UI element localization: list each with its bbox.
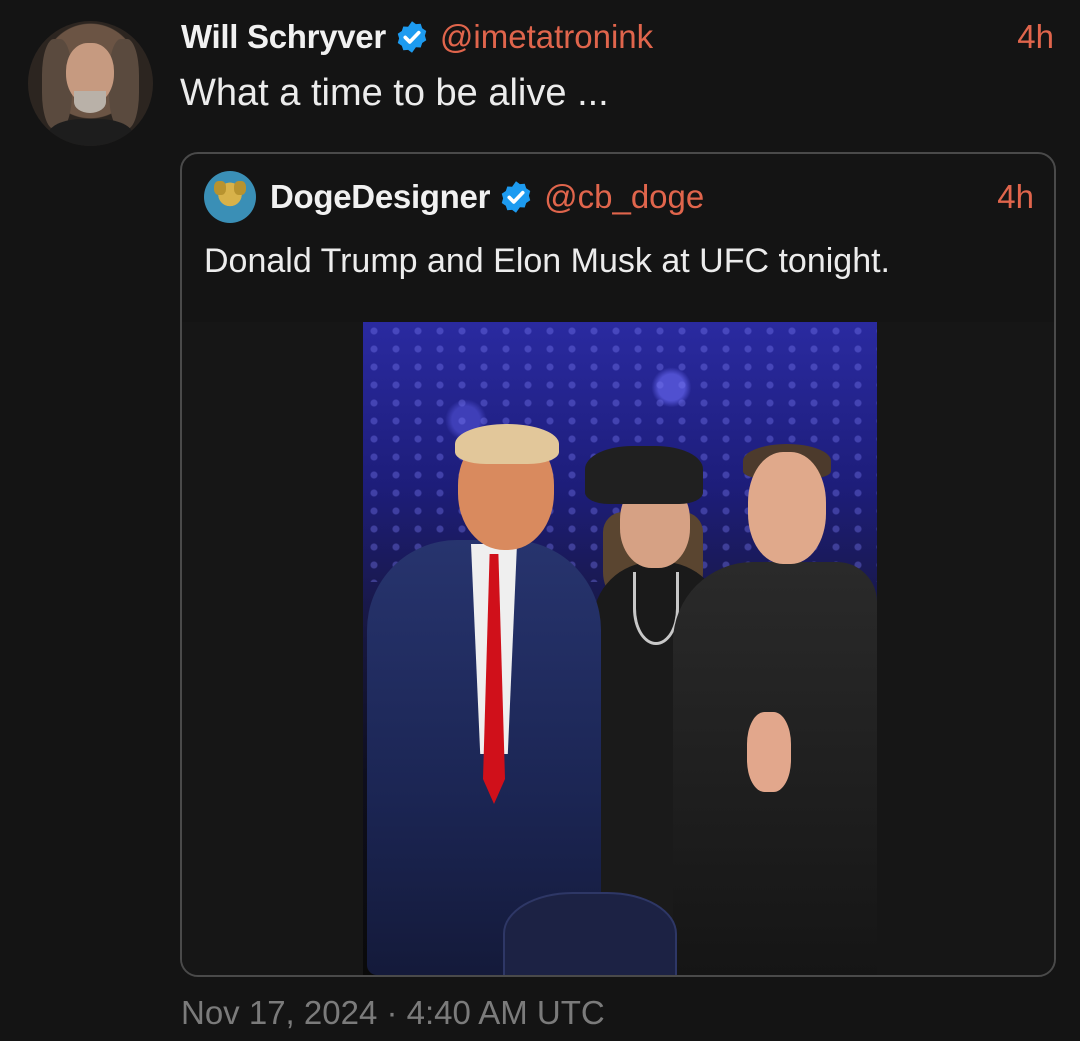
avatar-shirt bbox=[48, 119, 133, 146]
ufc-photo[interactable] bbox=[363, 322, 877, 975]
quoted-author-avatar[interactable] bbox=[204, 171, 256, 223]
quoted-tweet-time[interactable]: 4h bbox=[997, 178, 1034, 216]
avatar-ear-right bbox=[234, 181, 246, 195]
photo-person-head bbox=[748, 452, 826, 564]
photo-seat bbox=[503, 892, 677, 975]
photo-person-hair bbox=[455, 424, 559, 464]
avatar-hair-right bbox=[109, 39, 139, 129]
quoted-tweet-header: DogeDesigner @cb_doge 4h bbox=[270, 174, 1034, 220]
photo-person-hat bbox=[585, 446, 703, 504]
tweet-timestamp[interactable]: Nov 17, 2024 · 4:40 AM UTC bbox=[181, 994, 605, 1032]
author-name[interactable]: Will Schryver bbox=[181, 18, 386, 56]
quoted-author-handle[interactable]: @cb_doge bbox=[544, 178, 704, 216]
quoted-author-name[interactable]: DogeDesigner bbox=[270, 178, 490, 216]
tweet-text: What a time to be alive ... bbox=[180, 72, 609, 114]
avatar-ear-left bbox=[214, 181, 226, 195]
tweet-time[interactable]: 4h bbox=[1017, 18, 1054, 56]
photo-person-thumb bbox=[747, 712, 791, 792]
author-handle[interactable]: @imetatronink bbox=[440, 18, 653, 56]
tweet-header: Will Schryver @imetatronink 4h bbox=[181, 14, 1054, 60]
photo-person-chain bbox=[633, 572, 679, 645]
quoted-tweet[interactable]: DogeDesigner @cb_doge 4h Donald Trump an… bbox=[180, 152, 1056, 977]
verified-badge-icon bbox=[501, 181, 531, 213]
quoted-tweet-media[interactable] bbox=[182, 322, 1054, 975]
verified-badge-icon bbox=[397, 21, 427, 53]
author-avatar[interactable] bbox=[28, 21, 153, 146]
quoted-tweet-text: Donald Trump and Elon Musk at UFC tonigh… bbox=[204, 242, 890, 280]
avatar-beard bbox=[74, 91, 106, 113]
